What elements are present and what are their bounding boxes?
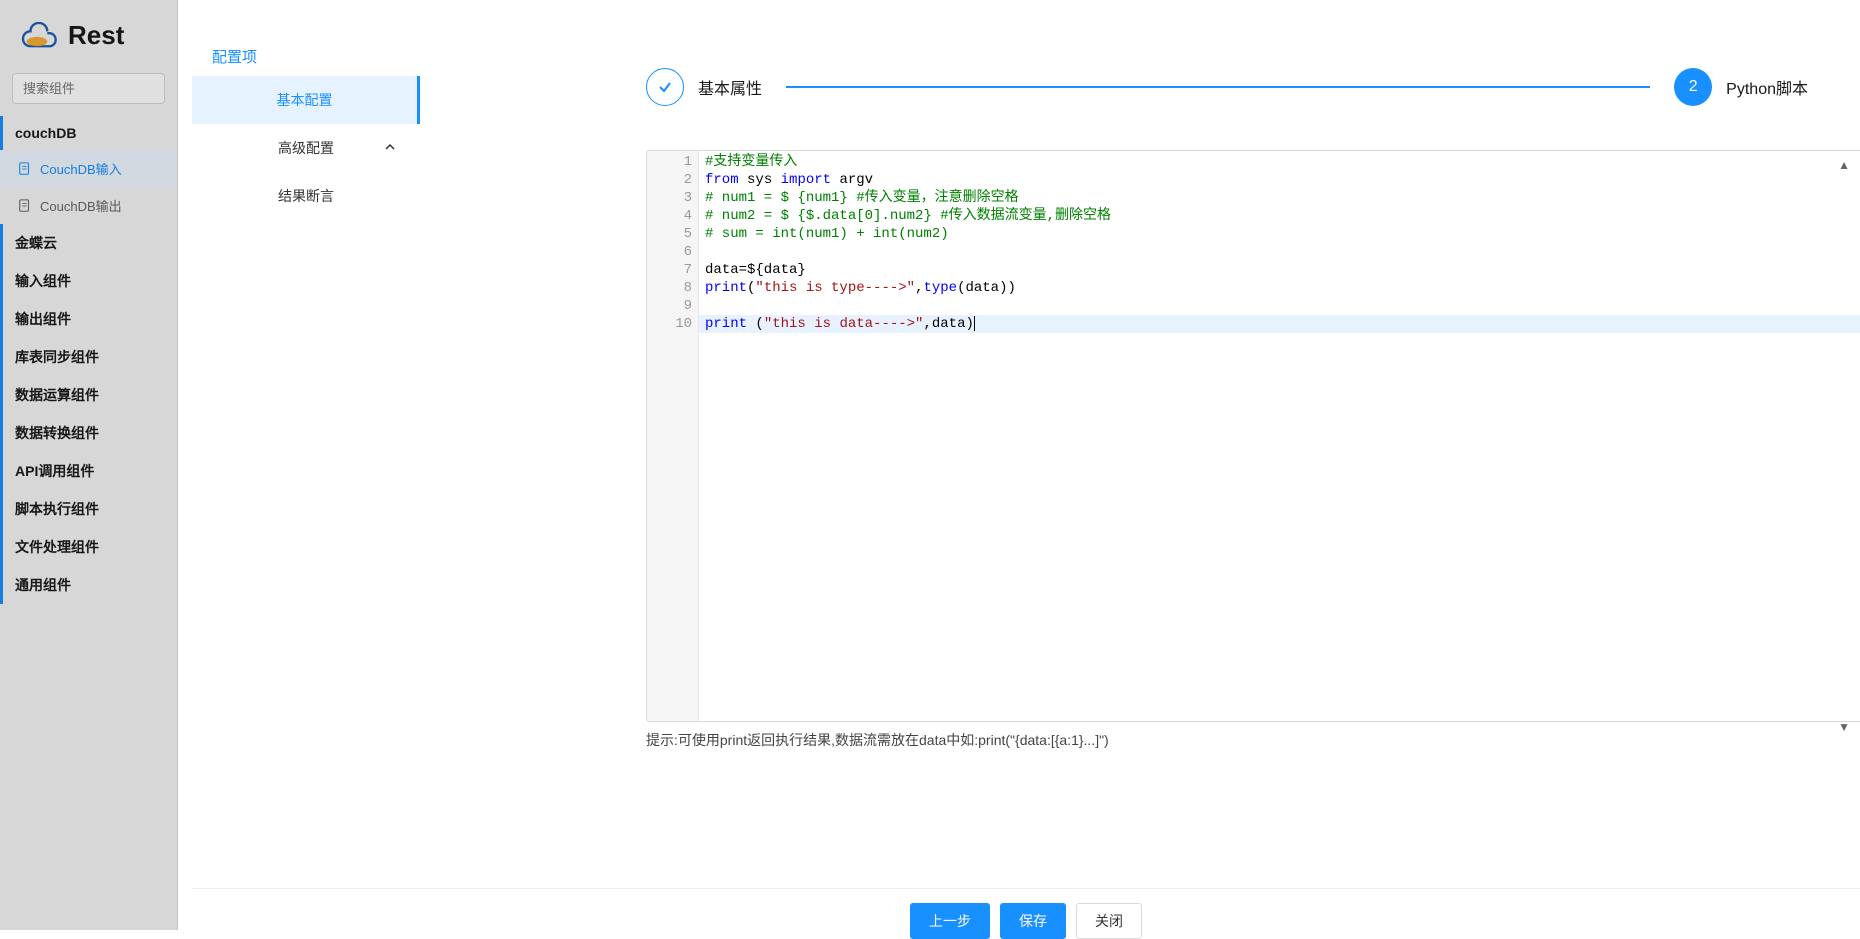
step[interactable]: 2 Python脚本 <box>1674 68 1808 106</box>
sidebar-item-label: CouchDB输入 <box>40 159 122 178</box>
sidebar-group[interactable]: 金蝶云 <box>0 224 177 262</box>
sidebar: Rest couchDB CouchDB输入 CouchDB输出金蝶云输入组件输出组… <box>0 0 178 930</box>
code-line: # sum = int(num1) + int(num2) <box>705 225 1860 243</box>
code-line: # num1 = $ {num1} #传入变量，注意删除空格 <box>705 189 1860 207</box>
close-button[interactable]: 关闭 <box>1076 903 1142 939</box>
step-label: Python脚本 <box>1726 75 1808 99</box>
search-input[interactable] <box>12 73 165 104</box>
step-connector <box>786 86 1650 88</box>
document-icon <box>18 162 32 176</box>
save-button[interactable]: 保存 <box>1000 903 1066 939</box>
code-line <box>705 243 1860 261</box>
document-icon <box>18 199 32 213</box>
brand-text: Rest <box>68 20 124 51</box>
config-tab[interactable]: 高级配置 <box>192 124 420 172</box>
step-label: 基本属性 <box>698 75 762 99</box>
sidebar-group[interactable]: 通用组件 <box>0 566 177 604</box>
steps-header: 基本属性 2 Python脚本 <box>646 68 1808 106</box>
sidebar-item[interactable]: CouchDB输出 <box>0 187 177 224</box>
config-tab[interactable]: 基本配置 <box>192 76 420 124</box>
sidebar-item[interactable]: CouchDB输入 <box>0 150 177 187</box>
check-icon <box>646 68 684 106</box>
code-area[interactable]: #支持变量传入from sys import argv# num1 = $ {n… <box>699 151 1860 721</box>
code-line: print("this is type---->",type(data)) <box>705 279 1860 297</box>
code-editor-wrap: 12345678910 #支持变量传入from sys import argv#… <box>646 150 1860 740</box>
sidebar-group[interactable]: 脚本执行组件 <box>0 490 177 528</box>
code-line <box>705 297 1860 315</box>
modal-footer: 上一步 保存 关闭 <box>192 888 1860 930</box>
step-number: 2 <box>1674 68 1712 106</box>
code-line: #支持变量传入 <box>705 153 1860 171</box>
scroll-up-icon[interactable]: ▲ <box>1838 158 1850 172</box>
sidebar-group[interactable]: 库表同步组件 <box>0 338 177 376</box>
step[interactable]: 基本属性 <box>646 68 762 106</box>
sidebar-group[interactable]: 文件处理组件 <box>0 528 177 566</box>
sidebar-group[interactable]: 数据运算组件 <box>0 376 177 414</box>
sidebar-group[interactable]: 输出组件 <box>0 300 177 338</box>
sidebar-group[interactable]: 数据转换组件 <box>0 414 177 452</box>
scroll-down-icon[interactable]: ▼ <box>1838 720 1850 734</box>
prev-button[interactable]: 上一步 <box>910 903 990 939</box>
code-editor[interactable]: 12345678910 #支持变量传入from sys import argv#… <box>646 150 1860 722</box>
code-line: print ("this is data---->",data) <box>699 315 1860 333</box>
code-line: from sys import argv <box>705 171 1860 189</box>
code-line: # num2 = $ {$.data[0].num2} #传入数据流变量,删除空… <box>705 207 1860 225</box>
logo: Rest <box>0 0 177 73</box>
chevron-up-icon <box>384 140 396 156</box>
config-tabs: 基本配置高级配置结果断言 <box>192 76 420 220</box>
cloud-icon <box>16 22 58 50</box>
sidebar-group[interactable]: API调用组件 <box>0 452 177 490</box>
sidebar-group[interactable]: 输入组件 <box>0 262 177 300</box>
config-modal: 配置项 基本配置高级配置结果断言 基本属性2Python脚本 123456789… <box>192 0 1860 930</box>
sidebar-item-label: CouchDB输出 <box>40 196 122 215</box>
code-line: data=${data} <box>705 261 1860 279</box>
sidebar-group[interactable]: couchDB <box>0 116 177 150</box>
line-gutter: 12345678910 <box>647 151 699 721</box>
editor-hint: 提示:可使用print返回执行结果,数据流需放在data中如:print("{d… <box>646 730 1109 750</box>
config-tab[interactable]: 结果断言 <box>192 172 420 220</box>
search-box <box>12 73 165 104</box>
